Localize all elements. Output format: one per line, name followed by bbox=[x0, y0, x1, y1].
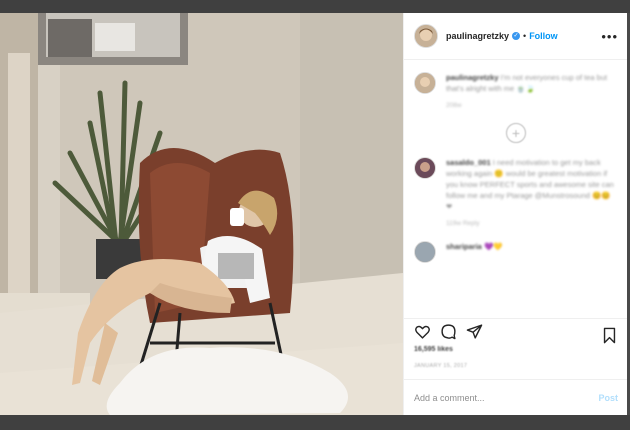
follow-button[interactable]: Follow bbox=[529, 31, 558, 41]
heart-icon[interactable] bbox=[414, 323, 431, 340]
avatar[interactable] bbox=[414, 241, 436, 263]
verified-badge-icon: ✓ bbox=[512, 32, 521, 40]
comment-text: shariparia 💜💛 bbox=[446, 241, 616, 263]
bookmark-icon[interactable] bbox=[601, 327, 618, 344]
post-photo[interactable] bbox=[0, 13, 403, 415]
comment-input[interactable] bbox=[414, 393, 584, 403]
post-header: paulinagretzky ✓ • Follow ••• bbox=[404, 13, 628, 60]
comment-meta: 208w bbox=[446, 102, 462, 109]
avatar[interactable] bbox=[414, 24, 438, 48]
comment-text: paulinagretzky I'm not everyones cup of … bbox=[446, 72, 616, 111]
action-bar bbox=[404, 318, 628, 344]
add-comment-bar: Post bbox=[404, 379, 628, 416]
list-item: shariparia 💜💛 bbox=[404, 229, 628, 263]
avatar[interactable] bbox=[414, 72, 436, 94]
post-image bbox=[0, 13, 403, 415]
comment-username[interactable]: paulinagretzky bbox=[446, 73, 499, 82]
comment-username[interactable]: sasaldo_001 bbox=[446, 158, 491, 167]
username-link[interactable]: paulinagretzky bbox=[446, 31, 509, 41]
comments-list[interactable]: paulinagretzky I'm not everyones cup of … bbox=[404, 60, 628, 317]
likes-count[interactable]: 16,595 likes bbox=[414, 346, 453, 353]
more-options-icon[interactable]: ••• bbox=[601, 29, 618, 44]
avatar[interactable] bbox=[414, 157, 436, 179]
plus-circle-icon[interactable]: + bbox=[506, 123, 526, 143]
post-comment-button[interactable]: Post bbox=[598, 393, 618, 403]
separator-dot: • bbox=[523, 31, 527, 41]
comment-meta[interactable]: 119w Reply bbox=[446, 218, 616, 229]
comment-icon[interactable] bbox=[440, 323, 457, 340]
comment-body: 💜💛 bbox=[483, 242, 503, 251]
post-side-panel: paulinagretzky ✓ • Follow ••• paulinagre… bbox=[403, 13, 628, 415]
share-icon[interactable] bbox=[466, 323, 483, 340]
list-item: paulinagretzky I'm not everyones cup of … bbox=[404, 60, 628, 111]
post-date: JANUARY 15, 2017 bbox=[414, 363, 468, 369]
comment-username[interactable]: shariparia bbox=[446, 242, 482, 251]
comment-text: sasaldo_001 I need motivation to get my … bbox=[446, 157, 616, 229]
list-item: sasaldo_001 I need motivation to get my … bbox=[404, 145, 628, 229]
